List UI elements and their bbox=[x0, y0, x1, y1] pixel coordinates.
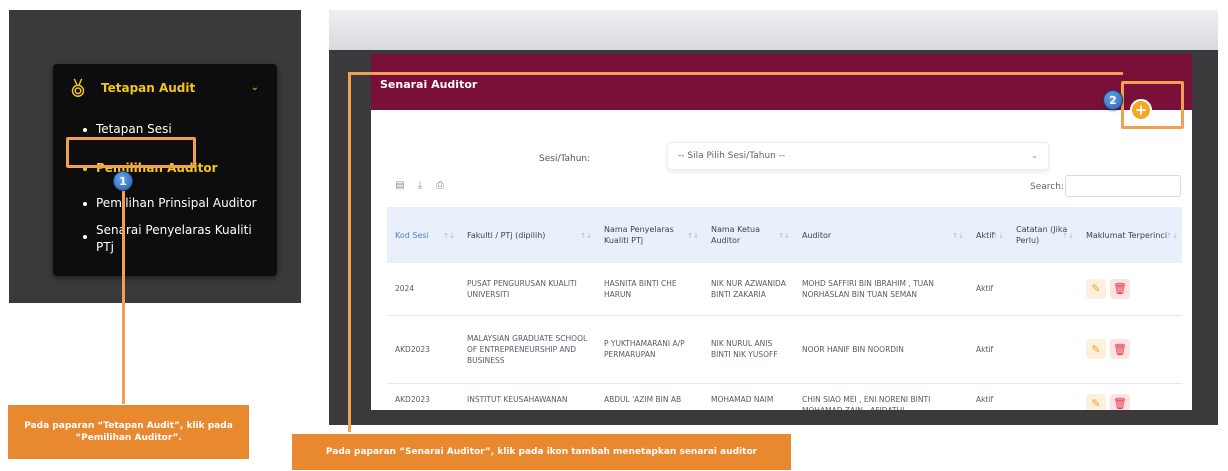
delete-trash-icon[interactable]: 🗑 bbox=[1110, 278, 1130, 299]
column-header-label: Nama Penyelaras Kualiti PTj bbox=[604, 225, 674, 245]
cell-aktif: Aktif bbox=[968, 383, 1008, 410]
callout-step-2: Pada paparan “Senarai Auditor”, klik pad… bbox=[292, 434, 791, 470]
senarai-auditor-card: Senarai Auditor Sesi/Tahun: -- Sila Pili… bbox=[371, 54, 1192, 410]
bullet-icon bbox=[83, 202, 87, 206]
cell-aktif: Aktif bbox=[968, 263, 1008, 316]
step-badge-2: 2 bbox=[1103, 90, 1123, 110]
page-top-bar bbox=[329, 10, 1218, 50]
cell-fakulti: PUSAT PENGURUSAN KUALITI UNIVERSITI bbox=[459, 263, 596, 316]
bullet-icon bbox=[83, 128, 87, 132]
column-header-label: Nama Ketua Auditor bbox=[711, 225, 761, 245]
cell-auditor: MOHD SAFFIRI BIN IBRAHIM , TUAN NORHASLA… bbox=[794, 263, 968, 316]
cell-ketua: NIK NURUL ANIS BINTI NIK YUSOFF bbox=[703, 315, 794, 384]
sesi-tahun-select[interactable]: -- Sila Pilih Sesi/Tahun -- ⌄ bbox=[667, 142, 1049, 170]
delete-trash-icon[interactable]: 🗑 bbox=[1110, 339, 1130, 359]
column-header-label: Maklumat Terperinci bbox=[1086, 230, 1168, 240]
col-fakulti[interactable]: Fakulti / PTj (dipilih) ↑↓ bbox=[459, 207, 596, 263]
callout-step-1: Pada paparan “Tetapan Audit”, klik pada … bbox=[8, 405, 249, 459]
col-catatan[interactable]: Catatan (Jika Perlu) ↑↓ bbox=[1008, 207, 1078, 263]
step-badge-1: 1 bbox=[113, 171, 133, 191]
sort-icon: ↑↓ bbox=[952, 232, 964, 240]
chevron-down-icon: ⌄ bbox=[1031, 151, 1038, 160]
search-input[interactable] bbox=[1065, 175, 1181, 197]
sort-icon: ↑↓ bbox=[1062, 232, 1074, 240]
cell-actions: ✎ 🗑 bbox=[1078, 383, 1182, 410]
cell-catatan bbox=[1008, 263, 1078, 316]
sort-icon: ↑↓ bbox=[1166, 232, 1178, 240]
col-ketua-auditor[interactable]: Nama Ketua Auditor ↑↓ bbox=[703, 207, 794, 263]
sidebar-item-pemilihan-prinsipal-auditor[interactable]: Pemilihan Prinsipal Auditor bbox=[83, 195, 257, 212]
cell-kod: AKD2023 bbox=[387, 383, 459, 410]
select-value: -- Sila Pilih Sesi/Tahun -- bbox=[678, 151, 786, 161]
sort-icon: ↑↓ bbox=[778, 232, 790, 240]
sesi-tahun-label: Sesi/Tahun: bbox=[539, 154, 591, 164]
col-penyelaras[interactable]: Nama Penyelaras Kualiti PTj ↑↓ bbox=[596, 207, 703, 263]
card-title: Senarai Auditor bbox=[380, 78, 478, 91]
cell-aktif: Aktif bbox=[968, 315, 1008, 384]
export-toolbar: ▤ ⤓ ⎙ bbox=[393, 180, 447, 191]
cell-kod: AKD2023 bbox=[387, 315, 459, 384]
cell-auditor: CHIN SIAO MEI , ENI NORENI BINTI MOHAMAD… bbox=[794, 383, 968, 410]
edit-pencil-icon[interactable]: ✎ bbox=[1086, 278, 1106, 299]
sort-icon: ↑↓ bbox=[580, 232, 592, 240]
cell-penyelaras: P YUKTHAMARANI A/P PERMARUPAN bbox=[596, 315, 703, 384]
col-auditor[interactable]: Auditor ↑↓ bbox=[794, 207, 968, 263]
column-header-label: Auditor bbox=[802, 230, 832, 240]
cell-actions: ✎ 🗑 bbox=[1078, 263, 1182, 316]
cell-ketua: NIK NUR AZWANIDA BINTI ZAKARIA bbox=[703, 263, 794, 316]
highlight-box-2 bbox=[1121, 81, 1184, 129]
search-label: Search: bbox=[1030, 182, 1064, 192]
print-icon[interactable]: ⎙ bbox=[433, 180, 447, 191]
cell-fakulti: MALAYSIAN GRADUATE SCHOOL OF ENTREPRENEU… bbox=[459, 315, 596, 384]
cell-penyelaras: HASNITA BINTI CHE HARUN bbox=[596, 263, 703, 316]
sidebar-item-senarai-penyelaras[interactable]: Senarai Penyelaras Kualiti PTj bbox=[83, 222, 268, 256]
col-maklumat[interactable]: Maklumat Terperinci ↑↓ bbox=[1078, 207, 1182, 263]
col-aktif[interactable]: Aktif ↑↓ bbox=[968, 207, 1008, 263]
cell-auditor: NOOR HANIF BIN NOORDIN bbox=[794, 315, 968, 384]
cell-fakulti: INSTITUT KEUSAHAWANAN bbox=[459, 383, 596, 410]
sort-icon: ↑↓ bbox=[687, 232, 699, 240]
column-header-label: Kod Sesi bbox=[395, 230, 429, 240]
cell-catatan bbox=[1008, 383, 1078, 410]
auditor-table: Kod Sesi ↑↓ Fakulti / PTj (dipilih) ↑↓ Nam… bbox=[387, 207, 1182, 410]
sidebar-menu: Tetapan Audit ⌄ Tetapan Sesi Pemilihan A… bbox=[53, 64, 277, 276]
bullet-icon bbox=[83, 235, 87, 239]
edit-pencil-icon[interactable]: ✎ bbox=[1086, 393, 1106, 410]
table-row: AKD2023 MALAYSIAN GRADUATE SCHOOL OF ENT… bbox=[387, 315, 1182, 384]
sidebar-item-tetapan-sesi[interactable]: Tetapan Sesi bbox=[83, 121, 172, 138]
cell-ketua: MOHAMAD NAIM bbox=[703, 383, 794, 410]
chevron-down-icon[interactable]: ⌄ bbox=[251, 82, 259, 93]
sort-icon: ↑↓ bbox=[992, 232, 1004, 240]
sidebar-item-label: Pemilihan Prinsipal Auditor bbox=[96, 196, 257, 210]
connector-line-1 bbox=[122, 191, 125, 404]
edit-pencil-icon[interactable]: ✎ bbox=[1086, 339, 1106, 359]
sort-icon: ↑↓ bbox=[443, 232, 455, 240]
medal-icon bbox=[71, 78, 85, 97]
cell-kod: 2024 bbox=[387, 263, 459, 316]
sidebar-item-label: Tetapan Sesi bbox=[96, 122, 172, 136]
highlight-box-1 bbox=[66, 137, 196, 168]
table-row: 2024 PUSAT PENGURUSAN KUALITI UNIVERSITI… bbox=[387, 263, 1182, 316]
column-header-label: Fakulti / PTj (dipilih) bbox=[467, 230, 546, 240]
table-row: AKD2023 INSTITUT KEUSAHAWANAN ABDUL 'AZI… bbox=[387, 383, 1182, 410]
col-kod-sesi[interactable]: Kod Sesi ↑↓ bbox=[387, 207, 459, 263]
download-icon[interactable]: ⤓ bbox=[413, 180, 427, 191]
column-header-label: Catatan (Jika Perlu) bbox=[1016, 225, 1068, 245]
cell-catatan bbox=[1008, 315, 1078, 384]
cell-actions: ✎ 🗑 bbox=[1078, 315, 1182, 384]
connector-line-2-horizontal bbox=[348, 72, 1123, 75]
connector-line-2-vertical bbox=[348, 72, 351, 432]
cell-penyelaras: ABDUL 'AZIM BIN AB bbox=[596, 383, 703, 410]
delete-trash-icon[interactable]: 🗑 bbox=[1110, 393, 1130, 410]
excel-icon[interactable]: ▤ bbox=[393, 180, 407, 191]
menu-title: Tetapan Audit bbox=[101, 81, 196, 95]
menu-tetapan-audit[interactable]: Tetapan Audit ⌄ bbox=[67, 77, 267, 99]
card-header: Senarai Auditor bbox=[371, 54, 1192, 110]
